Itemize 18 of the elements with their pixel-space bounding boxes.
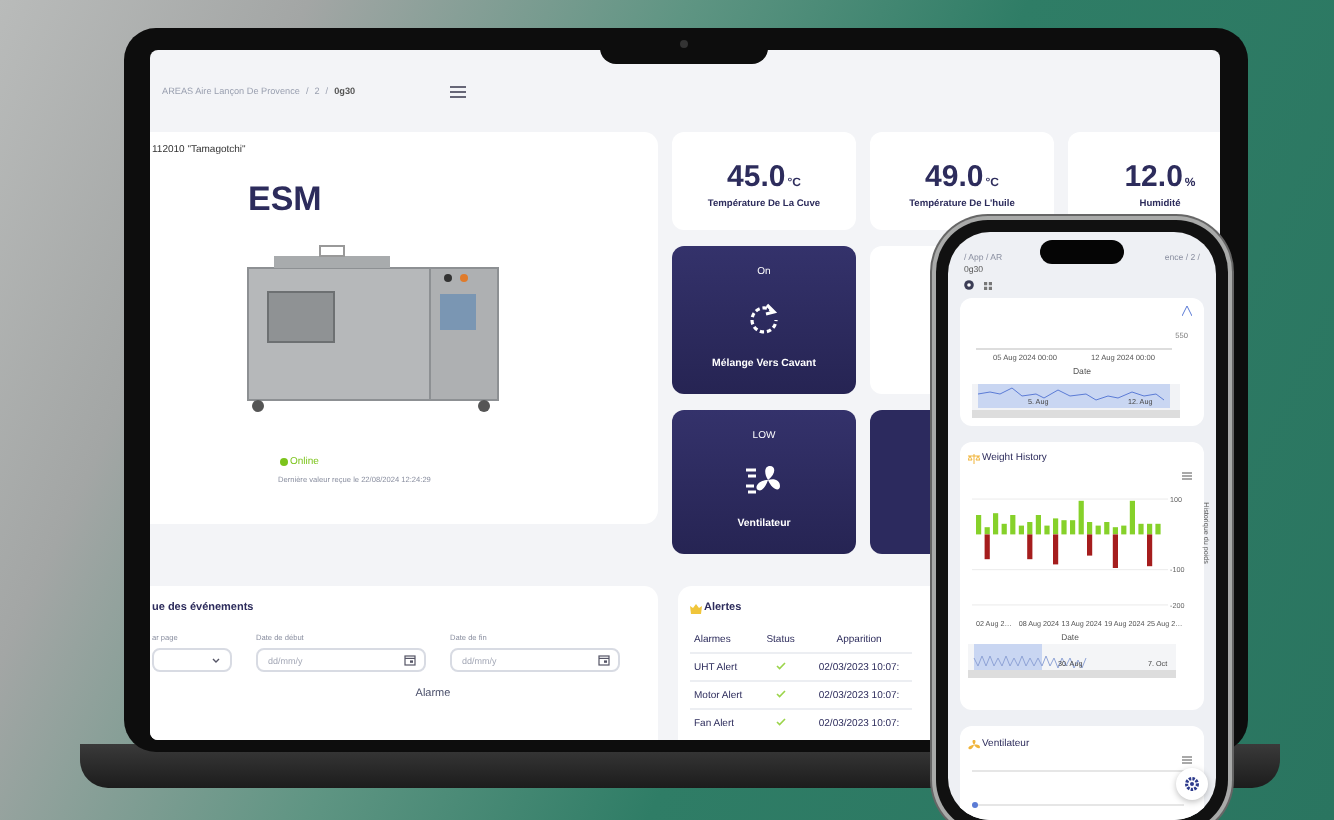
fan-icon [968,739,980,749]
settings-icon [1184,776,1200,792]
calendar-icon[interactable] [404,654,416,666]
range-navigator[interactable] [972,384,1180,418]
scale-icon [968,453,980,463]
alert-icon [690,603,702,613]
chevron-down-icon [212,657,220,663]
chart-zoom-icon [1182,306,1192,316]
select-field[interactable] [152,648,232,672]
fan-icon[interactable] [746,464,782,496]
chart-point [972,802,978,808]
grid-icon[interactable] [984,281,992,289]
menu-icon[interactable] [449,85,466,97]
camera-island [1040,240,1124,264]
calendar-icon[interactable] [598,654,610,666]
device-name: ESM [248,180,324,220]
settings-icon[interactable] [964,280,974,290]
rotate-icon[interactable] [748,302,780,334]
